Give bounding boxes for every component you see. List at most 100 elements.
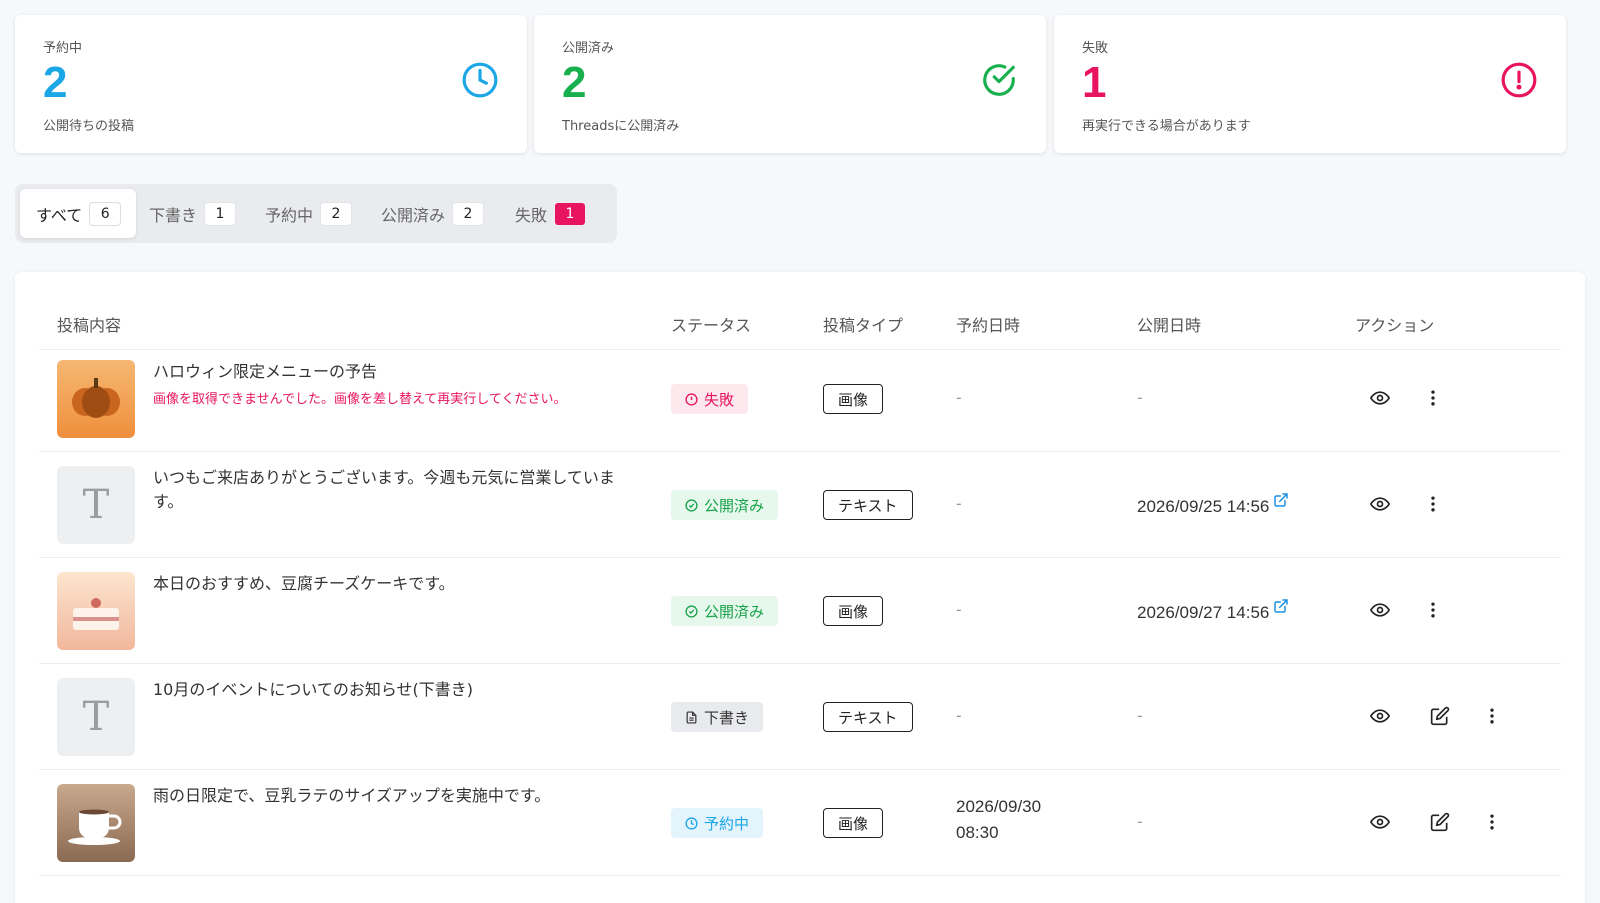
- text-placeholder-thumbnail: T: [57, 466, 135, 544]
- post-title: ハロウィン限定メニューの予告: [153, 362, 378, 381]
- tab-count: 1: [555, 202, 586, 225]
- table-row[interactable]: T 10月のイベントについてのお知らせ(下書き) 下書き テキスト - -: [39, 662, 1561, 770]
- post-title: いつもご来店ありがとうございます。今週も元気に営業していま す。: [153, 468, 615, 511]
- post-title: 本日のおすすめ、豆腐チーズケーキです。: [153, 574, 455, 593]
- column-header-published: 公開日時: [1137, 316, 1202, 335]
- check-circle-icon: [685, 604, 698, 618]
- stat-card-scheduled: 予約中 2 公開待ちの投稿: [15, 15, 527, 153]
- more-vertical-icon: [1490, 814, 1494, 830]
- table-header: 投稿内容 ステータス 投稿タイプ 予約日時 公開日時 アクション: [39, 272, 1561, 350]
- eye-icon: [1370, 497, 1390, 511]
- post-type-tag: 画像: [823, 596, 884, 626]
- pumpkin-image: [57, 360, 135, 438]
- column-header-actions: アクション: [1355, 316, 1435, 335]
- stat-description: 再実行できる場合があります: [1082, 119, 1251, 134]
- check-circle-icon: [685, 498, 698, 512]
- tab-scheduled[interactable]: 予約中 2: [249, 189, 367, 238]
- table-row[interactable]: ハロウィン限定メニューの予告 画像を取得できませんでした。画像を差し替えて再実行…: [39, 344, 1561, 452]
- preview-button[interactable]: [1368, 598, 1392, 622]
- preview-button[interactable]: [1368, 810, 1392, 834]
- status-badge: 公開済み: [671, 596, 779, 626]
- preview-button[interactable]: [1368, 704, 1392, 728]
- published-at: -: [1137, 388, 1143, 407]
- post-type-tag: 画像: [823, 808, 884, 838]
- stat-card-failed: 失敗 1 再実行できる場合があります: [1054, 15, 1566, 153]
- more-menu-button[interactable]: [1421, 386, 1445, 410]
- column-header-scheduled: 予約日時: [956, 316, 1021, 335]
- scheduled-at: 2026/09/30 08:30: [956, 794, 1041, 846]
- table-row[interactable]: T いつもご来店ありがとうございます。今週も元気に営業していま す。 公開済み …: [39, 450, 1561, 558]
- text-glyph: T: [82, 482, 110, 528]
- alert-circle-icon: [1501, 62, 1537, 98]
- error-message: 画像を取得できませんでした。画像を差し替えて再実行してください。: [153, 392, 567, 407]
- post-type-tag: テキスト: [823, 702, 913, 732]
- stat-card-published: 公開済み 2 Threadsに公開済み: [534, 15, 1046, 153]
- eye-icon: [1370, 603, 1390, 617]
- more-vertical-icon: [1490, 708, 1494, 724]
- stat-description: 公開待ちの投稿: [43, 119, 135, 134]
- published-at: -: [1137, 812, 1143, 831]
- clock-icon: [462, 62, 498, 98]
- stat-value: 1: [1082, 58, 1107, 107]
- stats-cards: 予約中 2 公開待ちの投稿 公開済み 2 Threadsに公開済み 失敗 1 再…: [15, 15, 1585, 153]
- document-icon: [686, 710, 697, 724]
- tab-count: 1: [205, 202, 236, 225]
- published-at: -: [1137, 706, 1143, 725]
- post-type-tag: 画像: [823, 384, 884, 414]
- table-row[interactable]: 本日のおすすめ、豆腐チーズケーキです。 公開済み 画像 - 2026/09/27…: [39, 556, 1561, 664]
- scheduled-time: 08:30: [956, 823, 999, 842]
- more-menu-button[interactable]: [1480, 810, 1504, 834]
- status-badge: 下書き: [671, 702, 764, 732]
- eye-icon: [1370, 815, 1390, 829]
- table-row[interactable]: 雨の日限定で、豆乳ラテのサイズアップを実施中です。 予約中 画像 2026/09…: [39, 768, 1561, 876]
- edit-button[interactable]: [1428, 704, 1452, 728]
- column-header-status: ステータス: [671, 316, 752, 335]
- preview-button[interactable]: [1368, 492, 1392, 516]
- status-label: 公開済み: [704, 496, 765, 515]
- stat-label: 公開済み: [562, 41, 615, 56]
- scheduled-at: -: [956, 600, 962, 619]
- status-label: 失敗: [704, 390, 735, 409]
- edit-icon: [1430, 812, 1450, 832]
- status-label: 下書き: [704, 708, 750, 727]
- posts-table: 投稿内容 ステータス 投稿タイプ 予約日時 公開日時 アクション ハロウィン限定…: [15, 272, 1585, 903]
- more-menu-button[interactable]: [1421, 492, 1445, 516]
- published-datetime: 2026/09/25 14:56: [1137, 497, 1270, 516]
- tab-label: 公開済み: [381, 205, 446, 225]
- coffee-image: [57, 784, 135, 862]
- stat-value: 2: [562, 58, 587, 107]
- eye-icon: [1370, 391, 1390, 405]
- post-title: 雨の日限定で、豆乳ラテのサイズアップを実施中です。: [153, 786, 551, 805]
- stat-label: 予約中: [43, 41, 83, 56]
- scheduled-date: 2026/09/30: [956, 797, 1042, 816]
- published-at: 2026/09/27 14:56: [1137, 598, 1289, 623]
- tab-all[interactable]: すべて 6: [20, 189, 137, 238]
- check-circle-icon: [983, 64, 1015, 96]
- status-label: 公開済み: [704, 602, 765, 621]
- tab-count: 2: [321, 202, 352, 225]
- tab-published[interactable]: 公開済み 2: [365, 189, 499, 238]
- tab-label: 失敗: [515, 205, 548, 225]
- tab-draft[interactable]: 下書き 1: [133, 189, 251, 238]
- preview-button[interactable]: [1368, 386, 1392, 410]
- scheduled-at: -: [956, 706, 962, 725]
- tab-count: 6: [90, 202, 121, 225]
- published-at: 2026/09/25 14:56: [1137, 492, 1289, 517]
- more-menu-button[interactable]: [1421, 598, 1445, 622]
- stat-value: 2: [43, 58, 68, 107]
- external-link-icon[interactable]: [1273, 598, 1289, 614]
- stat-label: 失敗: [1082, 41, 1109, 56]
- eye-icon: [1370, 709, 1390, 723]
- status-label: 予約中: [704, 814, 750, 833]
- tab-failed[interactable]: 失敗 1: [499, 189, 601, 238]
- post-type-tag: テキスト: [823, 490, 913, 520]
- status-badge: 失敗: [671, 384, 749, 414]
- external-link-icon[interactable]: [1273, 492, 1289, 508]
- post-title: 10月のイベントについてのお知らせ(下書き): [153, 680, 474, 699]
- cake-image: [57, 572, 135, 650]
- more-vertical-icon: [1431, 496, 1435, 512]
- edit-button[interactable]: [1428, 810, 1452, 834]
- tab-label: 下書き: [149, 205, 198, 225]
- more-menu-button[interactable]: [1480, 704, 1504, 728]
- text-glyph: T: [82, 694, 110, 740]
